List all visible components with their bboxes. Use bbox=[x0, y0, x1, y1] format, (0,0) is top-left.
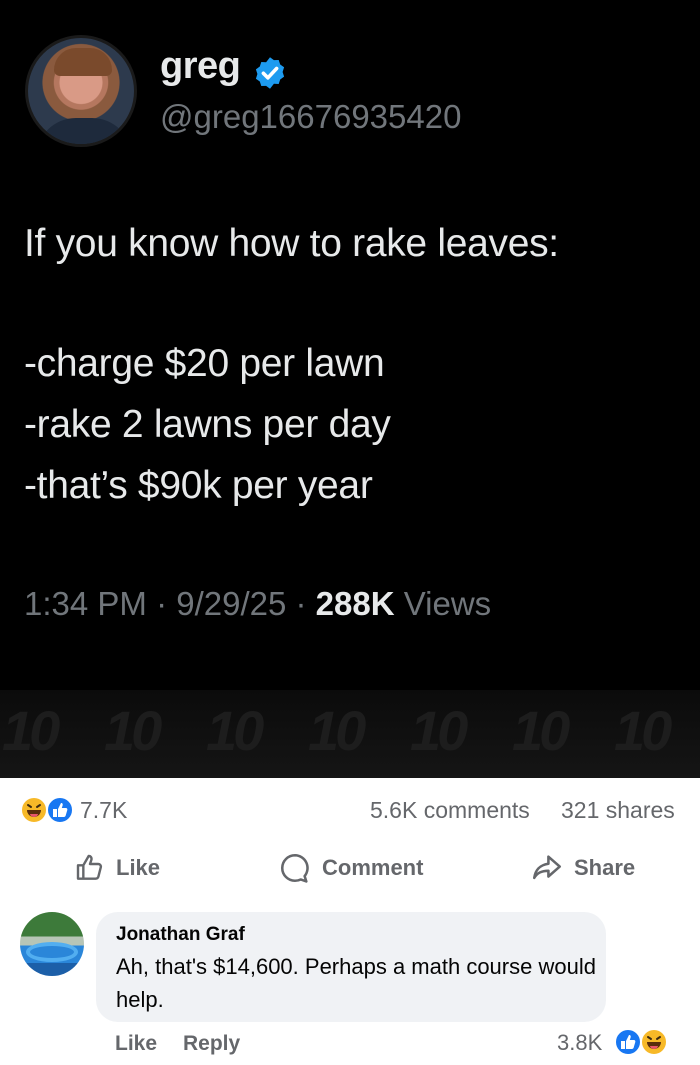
comment-reaction-icons[interactable] bbox=[614, 1028, 670, 1056]
post-stats-bar: 7.7K 5.6K comments 321 shares bbox=[0, 778, 700, 840]
tweet-text-line: If you know how to rake leaves: bbox=[24, 222, 559, 265]
tweet-timestamp: 1:34 PM · 9/29/25 · bbox=[24, 585, 316, 622]
reaction-icons[interactable] bbox=[20, 796, 76, 824]
tweet-text-line: -charge $20 per lawn bbox=[24, 342, 385, 385]
verified-badge-icon bbox=[255, 57, 285, 89]
tweet-handle: @greg16676935420 bbox=[160, 98, 462, 135]
haha-icon bbox=[20, 796, 48, 824]
comment-bubble: Jonathan Graf Ah, that's $14,600. Perhap… bbox=[96, 912, 606, 1022]
thumbs-up-icon bbox=[76, 854, 103, 880]
comment-button[interactable]: Comment bbox=[278, 848, 423, 888]
comment-reply-button[interactable]: Reply bbox=[183, 1032, 240, 1056]
watermark-band: 10 10 10 10 10 10 10 bbox=[0, 690, 700, 778]
like-button[interactable]: Like bbox=[74, 848, 160, 888]
tweet-text-line: -rake 2 lawns per day bbox=[24, 403, 391, 446]
comments-count-link[interactable]: 5.6K comments bbox=[370, 797, 530, 824]
tweet-text-line: -that’s $90k per year bbox=[24, 464, 373, 507]
shares-count-link[interactable]: 321 shares bbox=[561, 797, 675, 824]
reactions-count[interactable]: 7.7K bbox=[80, 797, 127, 824]
tweet-views-label: Views bbox=[394, 585, 492, 622]
comment-author[interactable]: Jonathan Graf bbox=[116, 924, 245, 946]
watermark-text: 10 bbox=[512, 699, 570, 762]
post-actions-row: Like Comment Share bbox=[0, 840, 700, 896]
tweet-views-count: 288K bbox=[315, 585, 395, 622]
tweet-screenshot: greg @greg16676935420 If you know how to… bbox=[0, 0, 700, 778]
tweet-meta: 1:34 PM · 9/29/25 · 288K Views bbox=[24, 585, 491, 623]
haha-icon bbox=[640, 1028, 668, 1056]
watermark-text: 10 bbox=[410, 699, 468, 762]
comment-reaction-count[interactable]: 3.8K bbox=[557, 1030, 602, 1056]
tweet-display-name: greg bbox=[160, 45, 241, 87]
watermark-text: 10 bbox=[206, 699, 264, 762]
watermark-text: 10 bbox=[614, 699, 672, 762]
like-icon bbox=[46, 796, 74, 824]
comment-text: Ah, that's $14,600. Perhaps a math cours… bbox=[116, 954, 596, 1012]
like-icon bbox=[614, 1028, 642, 1056]
watermark-text: 10 bbox=[2, 699, 60, 762]
like-button-label: Like bbox=[116, 855, 161, 880]
watermark-text: 10 bbox=[308, 699, 366, 762]
tweet-avatar bbox=[25, 35, 137, 147]
share-button[interactable]: Share bbox=[530, 848, 635, 888]
share-button-label: Share bbox=[574, 855, 636, 880]
share-arrow-icon bbox=[532, 855, 562, 880]
comment-bubble-icon bbox=[280, 853, 309, 883]
commenter-avatar[interactable] bbox=[20, 912, 84, 976]
comment: Jonathan Graf Ah, that's $14,600. Perhap… bbox=[0, 896, 700, 1065]
watermark-text: 10 bbox=[104, 699, 162, 762]
comment-like-button[interactable]: Like bbox=[115, 1032, 157, 1056]
comment-button-label: Comment bbox=[322, 855, 424, 880]
